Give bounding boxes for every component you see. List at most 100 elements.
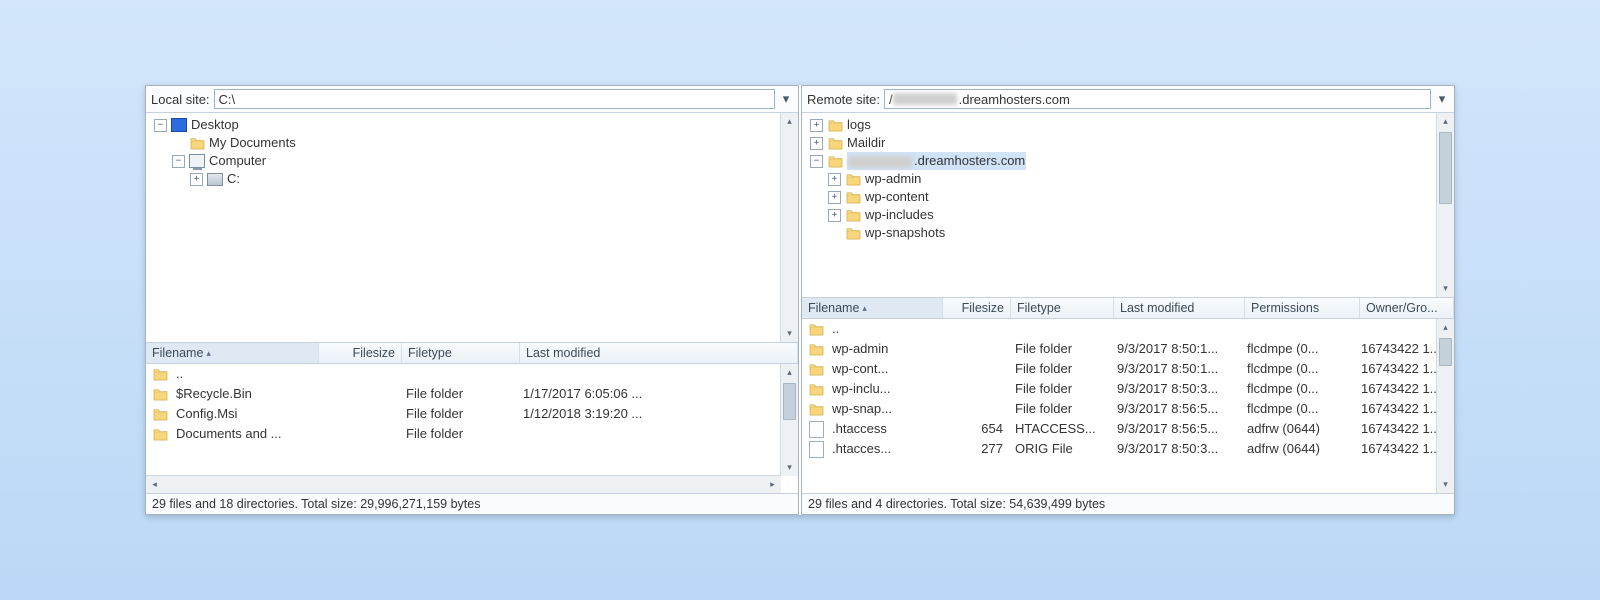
tree-item[interactable]: −.dreamhosters.com [806,152,1450,170]
expand-icon[interactable]: + [810,137,823,150]
tree-item[interactable]: + wp-admin [806,170,1450,188]
list-item[interactable]: wp-adminFile folder9/3/2017 8:50:1...flc… [802,339,1454,359]
scroll-left-icon[interactable]: ◂ [146,476,163,493]
folder-icon [152,406,168,422]
folder-icon [808,341,824,357]
tree-item[interactable]: − Computer [150,152,794,170]
remote-rows[interactable]: ..wp-adminFile folder9/3/2017 8:50:1...f… [802,319,1454,493]
scroll-thumb[interactable] [1439,338,1452,366]
col-filetype[interactable]: Filetype [402,343,520,363]
scroll-up-icon[interactable]: ▴ [1437,113,1454,130]
collapse-icon[interactable]: − [172,155,185,168]
tree-item[interactable]: +logs [806,116,1450,134]
local-dir-tree[interactable]: −DesktopMy Documents − Computer+C: ▴ ▾ [146,113,798,343]
folder-icon [808,381,824,397]
cell-perm: flcdmpe (0... [1241,359,1355,379]
list-item[interactable]: $Recycle.BinFile folder1/17/2017 6:05:06… [146,384,798,404]
list-item[interactable]: Documents and ...File folder [146,424,798,444]
tree-item-label: Maildir [847,134,885,152]
tree-item-label: Computer [209,152,266,170]
scroll-track[interactable] [781,130,798,325]
local-path-dropdown[interactable]: ▾ [779,92,793,106]
scroll-up-icon[interactable]: ▴ [781,113,798,130]
expand-icon[interactable]: + [828,173,841,186]
list-item[interactable]: .htaccess654HTACCESS...9/3/2017 8:56:5..… [802,419,1454,439]
sort-asc-icon: ▴ [862,303,867,314]
tree-item[interactable]: −Desktop [150,116,794,134]
list-item[interactable]: Config.MsiFile folder1/12/2018 3:19:20 .… [146,404,798,424]
filename-text: .htacces... [832,439,891,459]
desktop-icon [171,117,187,133]
tree-item-label: wp-content [865,188,929,206]
cell-name: .htaccess [802,419,942,439]
tree-item[interactable]: +C: [150,170,794,188]
local-file-list: Filename ▴ Filesize Filetype Last modifi… [146,343,798,493]
scroll-down-icon[interactable]: ▾ [781,325,798,342]
cell-type: File folder [400,384,517,404]
expand-icon[interactable]: + [190,173,203,186]
scroll-track[interactable] [1437,336,1454,476]
local-rows[interactable]: ..$Recycle.BinFile folder1/17/2017 6:05:… [146,364,798,493]
cell-perm: adfrw (0644) [1241,419,1355,439]
expand-icon[interactable]: + [828,209,841,222]
scroll-track[interactable] [163,476,764,493]
local-pathbar: Local site: C:\ ▾ [146,86,798,113]
scroll-down-icon[interactable]: ▾ [781,459,798,476]
col-lastmodified[interactable]: Last modified [1114,298,1245,318]
local-tree-scrollbar[interactable]: ▴ ▾ [780,113,798,342]
cell-mod: 9/3/2017 8:56:5... [1111,399,1241,419]
col-filetype[interactable]: Filetype [1011,298,1114,318]
list-item[interactable]: .htacces...277ORIG File9/3/2017 8:50:3..… [802,439,1454,459]
tree-item[interactable]: + wp-content [806,188,1450,206]
cell-name: wp-inclu... [802,379,942,399]
tree-item[interactable]: + Maildir [806,134,1450,152]
remote-path-dropdown[interactable]: ▾ [1435,92,1449,106]
tree-item[interactable]: wp-snapshots [806,224,1450,242]
list-item[interactable]: wp-inclu... File folder9/3/2017 8:50:3...… [802,379,1454,399]
col-owner[interactable]: Owner/Gro... [1360,298,1454,318]
scroll-down-icon[interactable]: ▾ [1437,476,1454,493]
tree-item-label: wp-admin [865,170,921,188]
expand-icon[interactable]: + [810,119,823,132]
expand-icon[interactable]: + [828,191,841,204]
tree-item[interactable]: +wp-includes [806,206,1450,224]
local-list-hscroll[interactable]: ◂ ▸ [146,475,781,493]
collapse-icon[interactable]: − [810,155,823,168]
list-item[interactable]: wp-cont...File folder9/3/2017 8:50:1...f… [802,359,1454,379]
remote-tree-scrollbar[interactable]: ▴ ▾ [1436,113,1454,297]
col-filename[interactable]: Filename ▴ [802,298,943,318]
list-item[interactable]: wp-snap...File folder9/3/2017 8:56:5...f… [802,399,1454,419]
remote-list-vscroll[interactable]: ▴ ▾ [1436,319,1454,493]
folder-icon [827,117,843,133]
list-item[interactable]: .. [802,319,1454,339]
col-filesize[interactable]: Filesize [319,343,402,363]
cell-type: File folder [1009,379,1111,399]
cell-mod: 9/3/2017 8:50:3... [1111,379,1241,399]
local-columns: Filename ▴ Filesize Filetype Last modifi… [146,343,798,364]
local-list-vscroll[interactable]: ▴ ▾ [780,364,798,476]
col-filename[interactable]: Filename ▴ [146,343,319,363]
scroll-right-icon[interactable]: ▸ [764,476,781,493]
remote-path-input[interactable]: / .dreamhosters.com [884,89,1431,109]
list-item[interactable]: .. [146,364,798,384]
cell-type: HTACCESS... [1009,419,1111,439]
remote-file-list: Filename ▴ Filesize Filetype Last modifi… [802,298,1454,493]
cell-name: wp-admin [802,339,942,359]
scroll-down-icon[interactable]: ▾ [1437,280,1454,297]
col-lastmodified[interactable]: Last modified [520,343,798,363]
collapse-icon[interactable]: − [154,119,167,132]
scroll-track[interactable] [781,381,798,459]
scroll-thumb[interactable] [783,383,796,420]
scroll-up-icon[interactable]: ▴ [781,364,798,381]
scroll-up-icon[interactable]: ▴ [1437,319,1454,336]
tree-item[interactable]: My Documents [150,134,794,152]
remote-dir-tree[interactable]: +logs+Maildir−.dreamhosters.com+wp-admin… [802,113,1454,298]
tree-item-label: My Documents [209,134,296,152]
scroll-track[interactable] [1437,130,1454,280]
col-filesize[interactable]: Filesize [943,298,1011,318]
scroll-thumb[interactable] [1439,132,1452,204]
col-permissions[interactable]: Permissions [1245,298,1360,318]
local-path-input[interactable]: C:\ [214,89,775,109]
cell-size [318,364,400,384]
cell-mod: 9/3/2017 8:50:1... [1111,359,1241,379]
